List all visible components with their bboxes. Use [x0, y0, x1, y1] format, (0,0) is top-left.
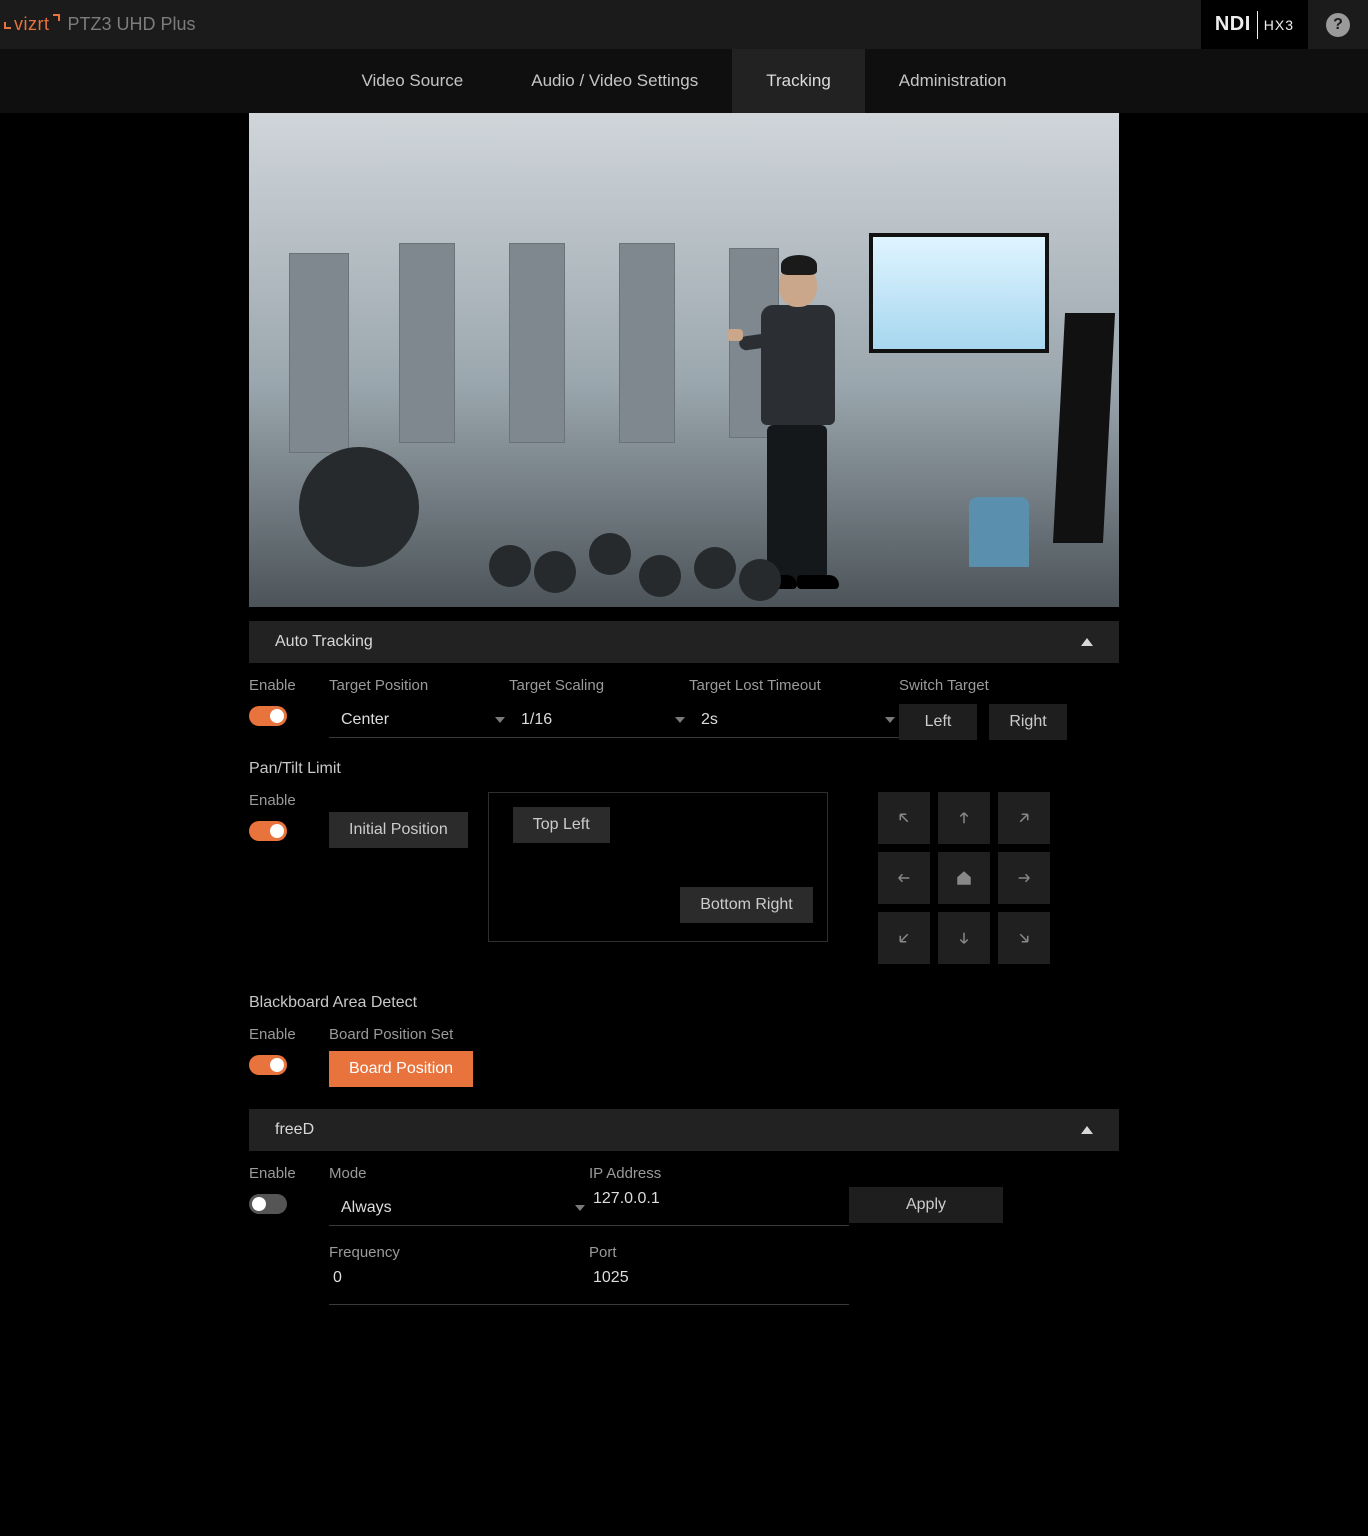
- top-left-button[interactable]: Top Left: [513, 807, 610, 843]
- pantilt-enable-label: Enable: [249, 792, 329, 809]
- freed-port-label: Port: [589, 1244, 849, 1261]
- target-position-select[interactable]: Center: [329, 702, 509, 738]
- caret-up-icon: [1081, 638, 1093, 646]
- target-scaling-label: Target Scaling: [509, 677, 689, 694]
- hx3-label: HX3: [1264, 17, 1294, 33]
- dpad-up[interactable]: [938, 792, 990, 844]
- freed-freq-input[interactable]: 0: [329, 1269, 589, 1305]
- freed-apply-button[interactable]: Apply: [849, 1187, 1003, 1223]
- dpad-left[interactable]: [878, 852, 930, 904]
- board-position-set-label: Board Position Set: [329, 1026, 473, 1043]
- dpad-down-right[interactable]: [998, 912, 1050, 964]
- freed-freq-label: Frequency: [329, 1244, 589, 1261]
- section-freed[interactable]: freeD: [249, 1109, 1119, 1151]
- dpad-home[interactable]: [938, 852, 990, 904]
- product-name: PTZ3 UHD Plus: [68, 14, 196, 35]
- auto-enable-toggle[interactable]: [249, 706, 287, 726]
- help-icon: ?: [1326, 13, 1350, 37]
- section-auto-tracking[interactable]: Auto Tracking: [249, 621, 1119, 663]
- switch-left-button[interactable]: Left: [899, 704, 977, 740]
- chevron-down-icon: [495, 717, 505, 723]
- tab-administration[interactable]: Administration: [865, 49, 1041, 113]
- dpad-up-left[interactable]: [878, 792, 930, 844]
- tab-av-settings[interactable]: Audio / Video Settings: [497, 49, 732, 113]
- app-header: vizrt PTZ3 UHD Plus NDI HX3 ?: [0, 0, 1368, 49]
- section-freed-title: freeD: [275, 1121, 314, 1139]
- switch-target-label: Switch Target: [899, 677, 1079, 694]
- chevron-down-icon: [885, 717, 895, 723]
- ndi-badge: NDI HX3: [1201, 0, 1308, 49]
- board-position-button[interactable]: Board Position: [329, 1051, 473, 1087]
- target-lost-label: Target Lost Timeout: [689, 677, 899, 694]
- target-position-label: Target Position: [329, 677, 509, 694]
- ndi-divider: [1257, 11, 1258, 39]
- target-position-value: Center: [341, 711, 389, 729]
- pantilt-title: Pan/Tilt Limit: [249, 760, 1119, 778]
- bottom-right-button[interactable]: Bottom Right: [680, 887, 812, 923]
- freed-ip-label: IP Address: [589, 1165, 849, 1182]
- nav-bar: Video Source Audio / Video Settings Trac…: [0, 49, 1368, 113]
- freed-ip-input[interactable]: 127.0.0.1: [589, 1190, 849, 1226]
- switch-right-button[interactable]: Right: [989, 704, 1067, 740]
- pantilt-limit-box: Top Left Bottom Right: [488, 792, 828, 942]
- ndi-label: NDI: [1215, 13, 1251, 36]
- freed-port-input[interactable]: 1025: [589, 1269, 849, 1305]
- freed-enable-toggle[interactable]: [249, 1194, 287, 1214]
- target-lost-value: 2s: [701, 711, 718, 729]
- freed-enable-label: Enable: [249, 1165, 329, 1182]
- blackboard-title: Blackboard Area Detect: [249, 994, 1119, 1012]
- freed-mode-value: Always: [341, 1199, 392, 1217]
- initial-position-button[interactable]: Initial Position: [329, 812, 468, 848]
- tab-video-source[interactable]: Video Source: [327, 49, 497, 113]
- target-lost-select[interactable]: 2s: [689, 702, 899, 738]
- blackboard-enable-label: Enable: [249, 1026, 329, 1043]
- target-scaling-value: 1/16: [521, 711, 552, 729]
- pantilt-enable-toggle[interactable]: [249, 821, 287, 841]
- dpad-right[interactable]: [998, 852, 1050, 904]
- vizrt-logo: vizrt: [10, 14, 54, 35]
- chevron-down-icon: [675, 717, 685, 723]
- dpad-up-right[interactable]: [998, 792, 1050, 844]
- chevron-down-icon: [575, 1205, 585, 1211]
- caret-up-icon: [1081, 1126, 1093, 1134]
- main-content: Auto Tracking Enable Target Position Cen…: [249, 113, 1119, 1305]
- blackboard-enable-toggle[interactable]: [249, 1055, 287, 1075]
- freed-mode-select[interactable]: Always: [329, 1190, 589, 1226]
- direction-pad: [878, 792, 1050, 964]
- tab-tracking[interactable]: Tracking: [732, 49, 865, 113]
- freed-mode-label: Mode: [329, 1165, 589, 1182]
- camera-preview: [249, 113, 1119, 607]
- section-auto-tracking-title: Auto Tracking: [275, 633, 373, 651]
- dpad-down[interactable]: [938, 912, 990, 964]
- target-scaling-select[interactable]: 1/16: [509, 702, 689, 738]
- dpad-down-left[interactable]: [878, 912, 930, 964]
- help-button[interactable]: ?: [1308, 0, 1368, 49]
- auto-enable-label: Enable: [249, 677, 329, 694]
